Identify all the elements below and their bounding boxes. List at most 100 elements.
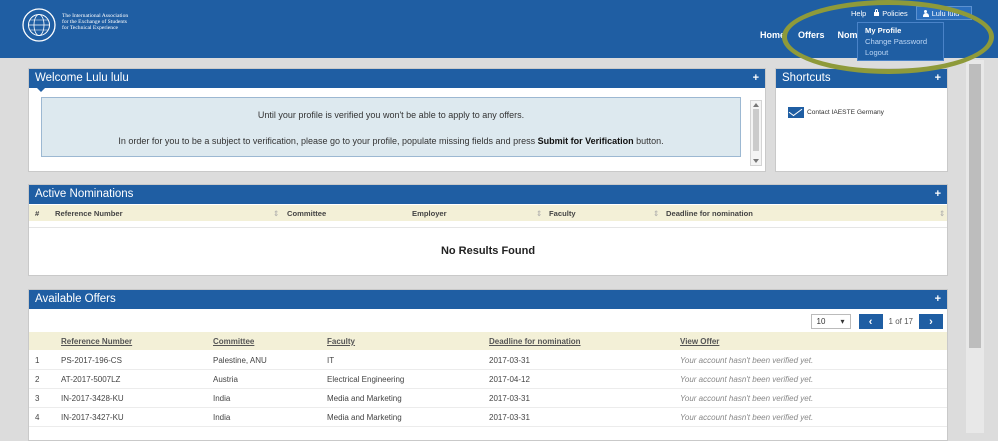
pagination: 10 ▾ ‹ 1 of 17 › (810, 314, 943, 329)
panel-header: Available Offers + (29, 290, 947, 309)
table-row[interactable]: 3 IN-2017-3428-KU India Media and Market… (29, 389, 947, 408)
notice-text: In order for you to be a subject to veri… (118, 136, 536, 146)
panel-header: Welcome Lulu lulu + (29, 69, 765, 88)
divider (29, 227, 947, 228)
row-number: 2 (35, 375, 40, 384)
faculty: Media and Marketing (327, 394, 402, 403)
verification-notice: Until your profile is verified you won't… (41, 97, 741, 157)
prev-page-button[interactable]: ‹ (858, 314, 883, 329)
faculty: IT (327, 356, 335, 365)
welcome-scrollbar[interactable] (750, 100, 762, 166)
table-row[interactable]: 2 AT-2017-5007LZ Austria Electrical Engi… (29, 370, 947, 389)
column-header[interactable]: Faculty (549, 209, 576, 218)
table-row[interactable]: 4 IN-2017-3427-KU India Media and Market… (29, 408, 947, 427)
plus-icon[interactable]: + (753, 72, 759, 84)
reference-number[interactable]: IN-2017-3427-KU (61, 413, 124, 422)
deadline: 2017-03-31 (489, 356, 530, 365)
panel-title: Available Offers (35, 293, 116, 305)
page-size-select[interactable]: 10 ▾ (810, 314, 851, 329)
iaeste-logo-icon[interactable] (22, 8, 56, 42)
plus-icon[interactable]: + (935, 293, 941, 305)
user-icon (922, 9, 929, 17)
reference-number[interactable]: IN-2017-3428-KU (61, 394, 124, 403)
welcome-panel: Welcome Lulu lulu + Until your profile i… (28, 68, 766, 172)
notice-text: button. (636, 136, 664, 146)
nav-offers[interactable]: Offers (798, 30, 825, 40)
menu-item-my-profile[interactable]: My Profile (858, 25, 943, 36)
panel-header: Active Nominations + (29, 185, 947, 204)
row-number: 1 (35, 356, 40, 365)
contact-label: Contact IAESTE Germany (807, 109, 884, 116)
committee: India (213, 413, 231, 422)
next-page-button[interactable]: › (919, 314, 943, 329)
plus-icon[interactable]: + (935, 188, 941, 200)
caret-down-icon: ▾ (961, 8, 965, 18)
column-header[interactable]: # (35, 209, 39, 218)
notice-line-1: Until your profile is verified you won't… (257, 110, 525, 120)
mail-icon (788, 107, 804, 118)
reference-number[interactable]: PS-2017-196-CS (61, 356, 122, 365)
policies-label: Policies (882, 8, 908, 18)
menu-item-change-password[interactable]: Change Password (858, 36, 943, 47)
column-header[interactable]: Reference Number (55, 209, 123, 218)
committee: Austria (213, 375, 238, 384)
page-info: 1 of 17 (888, 317, 913, 326)
column-header[interactable]: Committee (213, 337, 254, 346)
committee: Palestine, ANU (213, 356, 267, 365)
sort-icon[interactable]: ⇕ (536, 209, 542, 218)
view-offer-status: Your account hasn't been verified yet. (680, 413, 814, 422)
org-name-line: for Technical Experience (62, 25, 119, 32)
faculty: Media and Marketing (327, 413, 402, 422)
submit-for-verification-text: Submit for Verification (537, 136, 634, 146)
shortcuts-panel: Shortcuts + Contact IAESTE Germany (775, 68, 948, 172)
panel-header: Shortcuts + (776, 69, 947, 88)
page-size-value: 10 (816, 317, 826, 326)
table-row[interactable]: 1 PS-2017-196-CS Palestine, ANU IT 2017-… (29, 351, 947, 370)
committee: India (213, 394, 231, 403)
scroll-thumb[interactable] (969, 64, 981, 348)
sort-icon[interactable]: ⇕ (939, 209, 945, 218)
view-offer-status: Your account hasn't been verified yet. (680, 375, 814, 384)
offers-table-header: Reference Number Committee Faculty Deadl… (29, 332, 947, 350)
column-header[interactable]: Deadline for nomination (666, 209, 753, 218)
column-header[interactable]: View Offer (680, 337, 719, 346)
column-header[interactable]: Faculty (327, 337, 355, 346)
available-offers-panel: Available Offers + 10 ▾ ‹ 1 of 17 › Refer… (28, 289, 948, 441)
page-scrollbar[interactable] (966, 60, 984, 433)
notice-line-2: In order for you to be a subject to veri… (42, 136, 740, 146)
column-header[interactable]: Reference Number (61, 337, 132, 346)
help-link[interactable]: Help (851, 9, 866, 18)
row-number: 3 (35, 394, 40, 403)
column-header[interactable]: Committee (287, 209, 326, 218)
scroll-thumb[interactable] (753, 109, 759, 151)
panel-title: Active Nominations (35, 188, 134, 200)
header-notch (37, 88, 45, 92)
top-bar: The International Association for the Ex… (0, 0, 998, 58)
column-header[interactable]: Deadline for nomination (489, 337, 581, 346)
scroll-up-icon[interactable] (753, 103, 759, 107)
no-results-message: No Results Found (440, 245, 536, 257)
sort-icon[interactable]: ⇕ (273, 209, 279, 218)
chevron-left-icon: ‹ (868, 315, 873, 328)
policies-link[interactable]: Policies (874, 8, 908, 18)
deadline: 2017-04-12 (489, 375, 530, 384)
reference-number[interactable]: AT-2017-5007LZ (61, 375, 120, 384)
user-dropdown-menu: My Profile Change Password Logout (857, 22, 944, 61)
nav-home[interactable]: Home (760, 30, 785, 40)
active-nominations-panel: Active Nominations + # Reference Number … (28, 184, 948, 276)
chevron-right-icon: › (929, 315, 933, 328)
user-menu-button[interactable]: Lulu lulu ▾ (915, 6, 972, 20)
utility-links: Help Policies Lulu lulu ▾ (843, 6, 972, 20)
contact-shortcut[interactable]: Contact IAESTE Germany (788, 107, 884, 118)
column-header[interactable]: Employer (412, 209, 447, 218)
panel-title: Welcome Lulu lulu (35, 72, 129, 84)
sort-icon[interactable]: ⇕ (653, 209, 659, 218)
row-number: 4 (35, 413, 40, 422)
view-offer-status: Your account hasn't been verified yet. (680, 356, 814, 365)
plus-icon[interactable]: + (935, 72, 941, 84)
deadline: 2017-03-31 (489, 394, 530, 403)
table-header: # Reference Number ⇕ Committee Employer … (29, 205, 947, 221)
lock-icon (874, 8, 880, 16)
menu-item-logout[interactable]: Logout (858, 47, 943, 58)
scroll-down-icon[interactable] (753, 159, 759, 163)
